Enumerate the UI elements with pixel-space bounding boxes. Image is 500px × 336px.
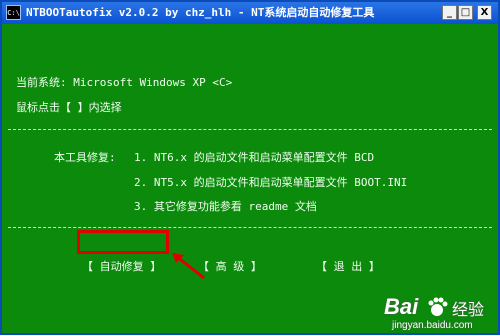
close-button[interactable]: X bbox=[477, 5, 492, 20]
highlight-box bbox=[77, 230, 169, 254]
instruction-text: 鼠标点击【 】内选择 bbox=[16, 101, 122, 114]
pointer-arrow-icon bbox=[172, 253, 205, 280]
fix-item-3: 3. 其它修复功能参看 readme 文档 bbox=[134, 200, 317, 213]
intro-text: 本工具修复: bbox=[54, 151, 116, 164]
watermark-url: jingyan.baidu.com bbox=[392, 320, 473, 331]
separator-bottom bbox=[8, 227, 492, 228]
watermark-jingyan: 经验 bbox=[452, 300, 485, 319]
title-bar[interactable]: C:\ NTBOOTautofix v2.0.2 by chz_hlh - NT… bbox=[2, 2, 498, 24]
baidu-watermark: Bai 经验 jingyan.baidu.com bbox=[382, 290, 500, 336]
console-window: C:\ NTBOOTautofix v2.0.2 by chz_hlh - NT… bbox=[0, 0, 500, 335]
fix-item-1: 1. NT6.x 的启动文件和启动菜单配置文件 BCD bbox=[134, 151, 375, 164]
console-icon: C:\ bbox=[6, 5, 21, 20]
exit-button[interactable]: 【 退 出 】 bbox=[316, 258, 380, 274]
current-system-text: 当前系统: Microsoft Windows XP <C> bbox=[16, 76, 233, 89]
window-title: NTBOOTautofix v2.0.2 by chz_hlh - NT系统启动… bbox=[26, 6, 375, 19]
fix-item-2: 2. NT5.x 的启动文件和启动菜单配置文件 BOOT.INI bbox=[134, 176, 408, 189]
separator-top bbox=[8, 129, 492, 130]
watermark-brand: Bai bbox=[384, 294, 419, 319]
console-area: 当前系统: Microsoft Windows XP <C> 鼠标点击【 】内选… bbox=[2, 24, 498, 333]
auto-fix-button[interactable]: 【 自动修复 】 bbox=[82, 258, 161, 274]
maximize-button[interactable]: □ bbox=[458, 5, 473, 20]
paw-icon bbox=[428, 297, 448, 316]
minimize-button[interactable]: _ bbox=[442, 5, 457, 20]
